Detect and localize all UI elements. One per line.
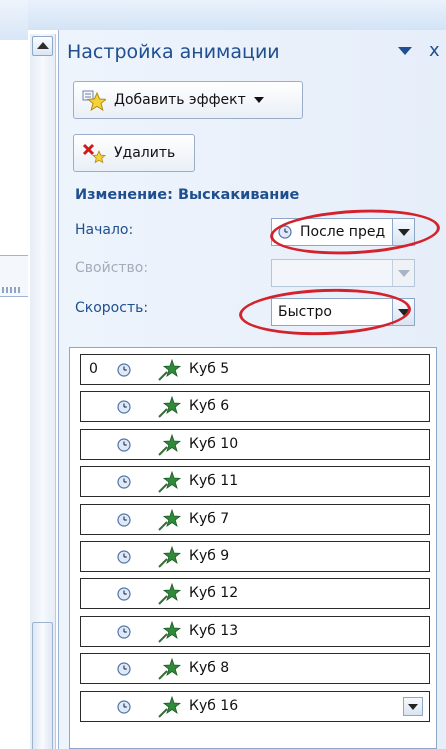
animation-list-item[interactable]: Куб 13 [80, 615, 430, 647]
highlight-circle-speed [238, 286, 412, 338]
chevron-down-icon[interactable] [403, 696, 423, 716]
animation-list-item[interactable]: Куб 9 [80, 541, 430, 572]
clock-icon [117, 550, 131, 564]
speed-label: Скорость: [75, 300, 149, 316]
clock-icon [117, 475, 131, 489]
animation-item-name: Куб 16 [189, 697, 239, 714]
clock-icon [117, 625, 131, 639]
chevron-down-icon [253, 96, 264, 104]
animation-list-item[interactable]: Куб 12 [80, 578, 430, 610]
green-star-effect-icon [157, 545, 182, 569]
delete-effect-icon [82, 142, 107, 164]
vertical-scrollbar[interactable] [30, 34, 56, 749]
scrollbar-thumb[interactable] [32, 622, 53, 749]
clock-icon [117, 699, 131, 714]
animation-list-item[interactable]: Куб 16 [80, 690, 430, 722]
green-star-effect-icon [157, 695, 182, 719]
green-star-effect-icon [157, 620, 182, 644]
animation-item-name: Куб 11 [189, 473, 239, 490]
animation-list-item[interactable]: Куб 7 [80, 503, 430, 535]
clock-icon [117, 400, 131, 414]
green-star-effect-icon [157, 358, 182, 382]
background-window [0, 0, 28, 749]
start-label: Начало: [75, 222, 134, 238]
clock-icon [117, 662, 131, 676]
animation-list-item[interactable]: 0 Куб 5 [80, 354, 430, 385]
animation-item-name: Куб 5 [189, 361, 230, 377]
green-star-effect-icon [157, 395, 182, 419]
green-star-effect-icon [157, 657, 182, 681]
animation-item-name: Куб 10 [189, 435, 239, 452]
scroll-up-arrow-icon[interactable] [32, 36, 53, 56]
property-select [271, 259, 415, 287]
custom-animation-pane: Настройка анимации x Добавить эффект Уда… [58, 30, 446, 749]
background-ribbon-fragment [0, 0, 28, 40]
animation-item-name: Куб 9 [189, 548, 230, 564]
chevron-down-icon [392, 260, 414, 286]
green-star-effect-icon [157, 470, 182, 494]
clock-icon [117, 512, 131, 527]
add-effect-button[interactable]: Добавить эффект [73, 81, 303, 119]
background-slide-fragment [0, 255, 28, 297]
animation-list-item[interactable]: Куб 10 [80, 428, 430, 460]
add-effect-label: Добавить эффект [114, 92, 246, 108]
clock-icon [117, 363, 131, 377]
delete-label: Удалить [114, 145, 176, 161]
animation-item-name: Куб 8 [189, 660, 230, 677]
highlight-circle-start [268, 205, 442, 259]
green-star-effect-icon [157, 508, 182, 532]
animation-item-name: Куб 7 [189, 510, 230, 527]
animation-item-name: Куб 13 [189, 622, 239, 639]
animation-list-item[interactable]: Куб 11 [80, 466, 430, 498]
change-effect-title: Изменение: Выскакивание [75, 187, 300, 203]
green-star-effect-icon [157, 433, 182, 457]
animation-order: 0 [89, 361, 98, 377]
animation-item-name: Куб 6 [189, 398, 230, 415]
pane-header: Настройка анимации x [59, 36, 446, 66]
delete-button[interactable]: Удалить [73, 134, 195, 172]
animation-list[interactable]: 0 Куб 5 Куб 6 Куб 10 Куб 11 Куб 7 Куб 9 Куб 12 К… [69, 347, 437, 749]
animation-list-item[interactable]: Куб 8 [80, 653, 430, 685]
green-star-effect-icon [157, 582, 182, 606]
clock-icon [117, 438, 131, 452]
pane-title: Настройка анимации [67, 41, 280, 63]
chevron-down-icon[interactable] [397, 43, 415, 59]
pane-top-strip [28, 0, 446, 30]
close-icon[interactable]: x [429, 40, 440, 61]
property-label: Свойство: [75, 260, 149, 276]
star-effect-icon [82, 89, 108, 112]
clock-icon [117, 587, 131, 601]
animation-item-name: Куб 12 [189, 585, 239, 602]
animation-list-item[interactable]: Куб 6 [80, 391, 430, 423]
